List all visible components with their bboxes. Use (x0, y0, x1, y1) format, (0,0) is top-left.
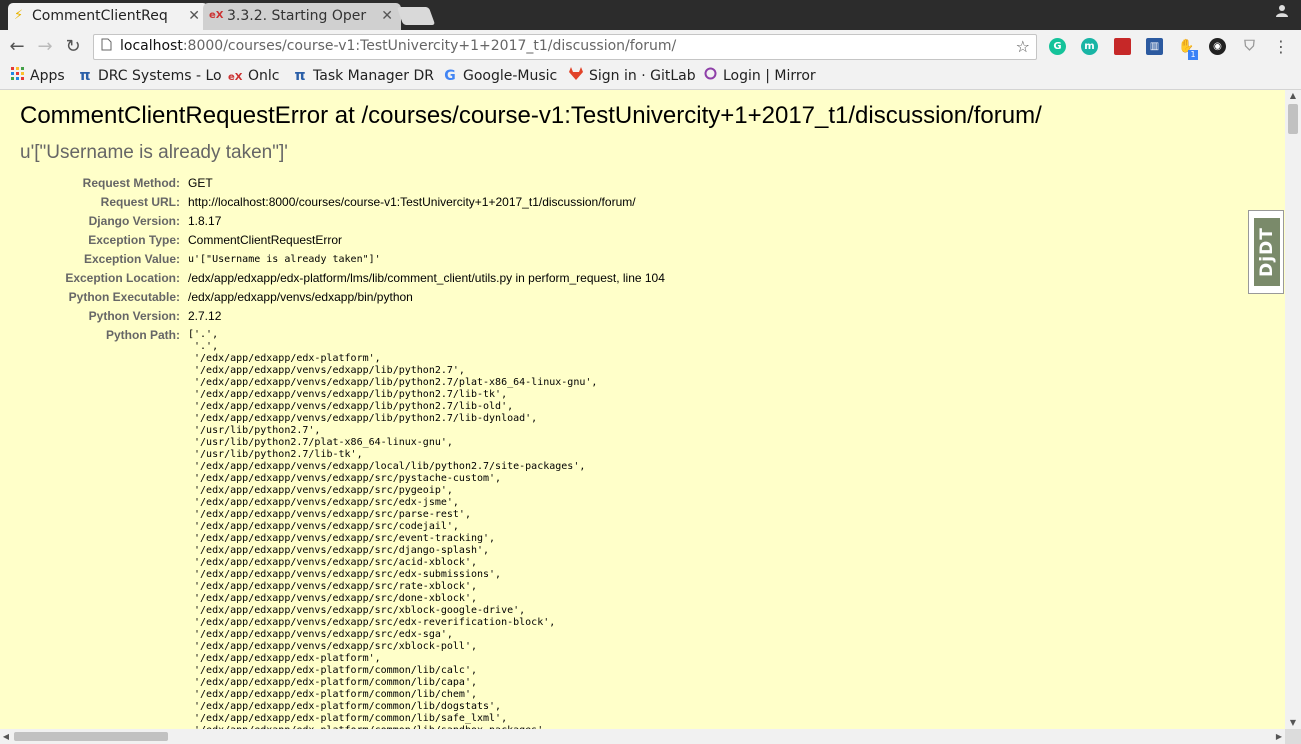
meta-row: Django Version: 1.8.17 (20, 212, 665, 231)
meta-value: /edx/app/edxapp/edx-platform/lms/lib/com… (188, 271, 665, 285)
profile-icon[interactable] (1271, 4, 1293, 24)
python-path-cell: ['.', '.', '/edx/app/edxapp/edx-platform… (188, 326, 665, 729)
tab-active[interactable]: ⚡ CommentClientReq ✕ (8, 3, 208, 30)
bookmark-mirror[interactable]: Login | Mirror (703, 67, 816, 85)
mirror-icon (703, 67, 717, 85)
shield-icon[interactable]: ⛉ (1241, 38, 1258, 55)
tab-inactive[interactable]: eX 3.3.2. Starting Oper ✕ (203, 3, 401, 30)
tab-strip: ⚡ CommentClientReq ✕ eX 3.3.2. Starting … (0, 0, 1301, 30)
scroll-up-icon[interactable]: ▲ (1285, 90, 1301, 102)
meta-key: Exception Location: (65, 271, 180, 285)
meta-row: Python Executable: /edx/app/edxapp/venvs/… (20, 288, 665, 307)
tab-title: CommentClientReq (32, 8, 168, 24)
bookmark-gitlab[interactable]: Sign in · GitLab (569, 67, 696, 85)
bookmark-label: Google-Music (463, 68, 558, 84)
meta-value: http://localhost:8000/courses/course-v1:… (188, 195, 636, 209)
meta-value: 1.8.17 (188, 214, 222, 228)
bookmark-label: Apps (30, 68, 65, 84)
meta-key: Exception Type: (88, 233, 180, 247)
meta-key: Python Executable: (68, 290, 180, 304)
meta-row: Python Path: ['.', '.', '/edx/app/edxapp/… (20, 326, 665, 729)
meta-key: Exception Value: (83, 252, 180, 266)
vertical-scroll-thumb[interactable] (1288, 104, 1298, 134)
meta-value: 2.7.12 (188, 309, 222, 323)
color-wheel-icon[interactable]: ◉ (1209, 38, 1226, 55)
djdt-label: DjDT (1257, 227, 1277, 277)
page-content: CommentClientRequestError at /courses/co… (0, 90, 1285, 729)
meta-row: Request URL: http://localhost:8000/course… (20, 193, 665, 212)
close-icon[interactable]: ✕ (381, 3, 393, 29)
lightning-icon: ⚡ (14, 8, 24, 23)
bookmark-apps[interactable]: Apps (10, 67, 65, 85)
bookmark-google-music[interactable]: G Google-Music (443, 67, 557, 85)
reader-icon[interactable]: ▥ (1146, 38, 1163, 55)
bookmark-drc-systems[interactable]: π DRC Systems - Lo (78, 67, 222, 85)
url-path: :8000/courses/course-v1:TestUnivercity+1… (182, 38, 677, 54)
meta-row: Exception Location: /edx/app/edxapp/edx-p… (20, 269, 665, 288)
python-path-list: ['.', '.', '/edx/app/edxapp/edx-platform… (188, 329, 598, 729)
meta-value: u'["Username is already taken"]' (188, 254, 381, 265)
djdt-logo: DjDT (1254, 218, 1280, 286)
bookmark-star-icon[interactable]: ☆ (1016, 37, 1030, 56)
gitlab-icon (569, 67, 583, 85)
error-title: CommentClientRequestError at /courses/co… (20, 102, 1042, 129)
horizontal-scroll-thumb[interactable] (14, 732, 168, 741)
request-meta-table: Request Method: GET Request URL: http://lo… (20, 174, 665, 729)
meta-value: /edx/app/edxapp/venvs/edxapp/bin/python (188, 290, 413, 304)
scrollbar-corner (1285, 729, 1301, 744)
close-icon[interactable]: ✕ (188, 3, 200, 29)
edx-icon: eX (209, 10, 224, 21)
back-icon[interactable]: ← (6, 36, 28, 58)
forward-icon[interactable]: → (34, 36, 56, 58)
bookmark-label: Login | Mirror (723, 68, 816, 84)
red-book-icon[interactable] (1114, 38, 1131, 55)
meta-row: Exception Value: u'["Username is already … (20, 250, 665, 269)
address-url: localhost:8000/courses/course-v1:TestUni… (120, 38, 676, 54)
scroll-down-icon[interactable]: ▼ (1285, 717, 1301, 729)
meta-value: GET (188, 176, 213, 190)
meta-key: Request URL: (100, 195, 180, 209)
browser-toolbar: ← → ↻ localhost:8000/courses/course-v1:T… (0, 30, 1301, 64)
url-host: localhost (120, 38, 183, 54)
bookmark-label: Sign in · GitLab (589, 68, 696, 84)
horizontal-scrollbar[interactable]: ◀ ▶ (0, 729, 1285, 744)
extension-badge: 1 (1188, 50, 1198, 60)
google-icon: G (444, 68, 456, 84)
scroll-left-icon[interactable]: ◀ (0, 729, 12, 744)
vertical-scrollbar[interactable]: ▲ ▼ (1285, 90, 1301, 729)
pi-icon: π (79, 68, 91, 84)
bookmark-label: Task Manager DR (313, 68, 434, 84)
page-info-icon[interactable] (101, 38, 112, 54)
bookmark-label: Onlc (248, 68, 280, 84)
edx-icon: eX (228, 72, 243, 83)
meta-key: Python Version: (88, 309, 180, 323)
error-subtitle: u'["Username is already taken"]' (20, 142, 288, 163)
address-bar[interactable]: localhost:8000/courses/course-v1:TestUni… (93, 34, 1037, 60)
reload-icon[interactable]: ↻ (62, 36, 84, 58)
scroll-right-icon[interactable]: ▶ (1273, 729, 1285, 744)
meta-row: Python Version: 2.7.12 (20, 307, 665, 326)
meta-row: Request Method: GET (20, 174, 665, 193)
meta-key: Python Path: (106, 328, 180, 342)
bookmark-label: DRC Systems - Lo (98, 68, 222, 84)
bookmark-task-manager[interactable]: π Task Manager DR (293, 67, 434, 85)
tab-title: 3.3.2. Starting Oper (227, 8, 367, 24)
meta-key: Request Method: (82, 176, 180, 190)
apps-grid-icon (10, 67, 24, 85)
meta-key: Django Version: (88, 214, 180, 228)
bookmark-onlc[interactable]: eX Onlc (228, 67, 279, 87)
grammarly-icon[interactable]: G (1049, 38, 1066, 55)
new-tab-button[interactable] (396, 7, 436, 25)
pi-icon: π (294, 68, 306, 84)
django-debug-toolbar-handle[interactable]: DjDT (1248, 210, 1284, 294)
meta-value: CommentClientRequestError (188, 233, 343, 247)
mercury-icon[interactable]: m (1081, 38, 1098, 55)
bookmarks-bar: Apps π DRC Systems - Lo eX Onlc π Task Mana… (0, 64, 1301, 90)
meta-row: Exception Type: CommentClientRequestError (20, 231, 665, 250)
menu-icon[interactable]: ⋮ (1270, 36, 1292, 58)
